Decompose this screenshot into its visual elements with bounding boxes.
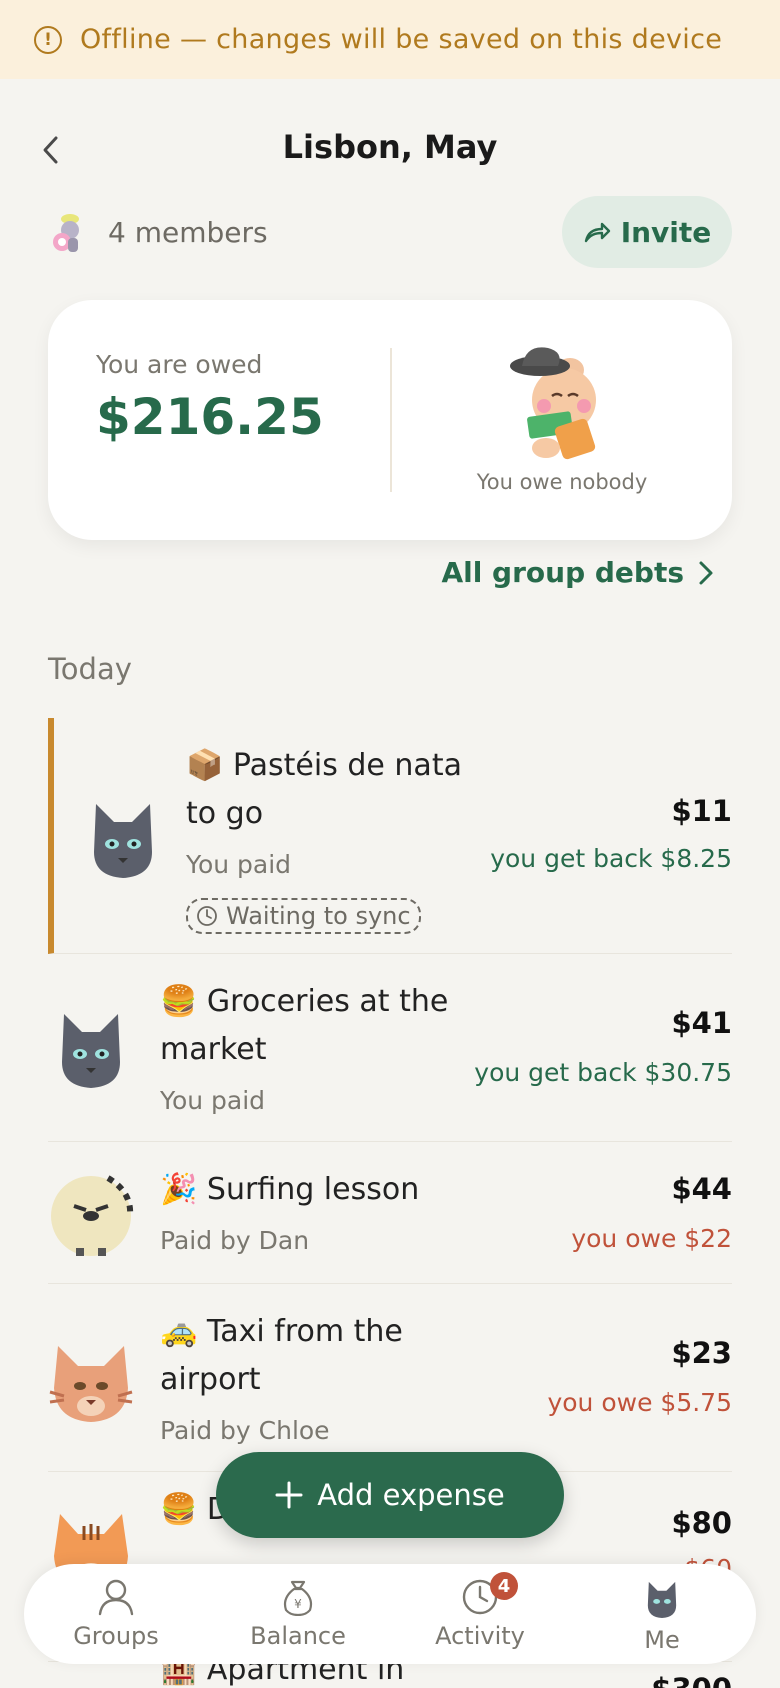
expense-balance: you owe $22 [571,1224,732,1253]
share-arrow-icon [584,222,610,243]
seal-avatar [51,1175,134,1256]
cat-avatar [62,1014,120,1088]
expense-name: 🍔 Groceries at the market [160,984,449,1067]
tab-activity[interactable]: 4 Activity [400,1572,560,1658]
clock-icon [197,906,217,926]
expense-row[interactable]: 🍔 Groceries at the market You paid $41 y… [48,954,732,1142]
expense-emoji-icon: 🚕 [160,1314,198,1349]
expense-payer: You paid [160,1086,266,1115]
lynx-avatar [49,1346,133,1422]
expense-amount: $80 [671,1506,732,1540]
money-bag-icon: ¥ [283,1580,313,1616]
expense-amount: $11 [671,794,732,828]
owed-label: You are owed [96,350,263,379]
all-group-debts-link[interactable]: All group debts [441,556,714,589]
expense-payer: Paid by Dan [160,1226,310,1255]
expense-name: 📦 Pastéis de nata to go [186,748,462,831]
expense-amount: $44 [671,1172,732,1206]
members-row: 4 members Invite [48,196,732,268]
expense-emoji-icon: 🎉 [160,1172,198,1207]
svg-text:¥: ¥ [294,1597,302,1611]
offline-banner: ! Offline — changes will be saved on thi… [0,0,780,79]
invite-label: Invite [620,215,712,249]
section-header-today: Today [48,652,132,686]
bear-money-sticker-icon [510,347,596,460]
expense-amount: $23 [671,1336,732,1370]
avatar [647,1581,677,1619]
owed-amount: $216.25 [96,388,324,446]
expense-name: 🚕 Taxi from the airport [160,1314,403,1397]
add-expense-label: Add expense [317,1478,505,1512]
expense-payer: Paid by Chloe [160,1416,330,1445]
expense-amount: $300 [651,1672,732,1688]
expense-emoji-icon: 📦 [186,748,224,783]
expense-row[interactable]: 🚕 Taxi from the airport Paid by Chloe $2… [48,1284,732,1472]
members-count: 4 members [108,216,268,249]
activity-count-badge: 4 [490,1572,518,1600]
expense-balance: you get back $30.75 [474,1058,732,1087]
expense-row[interactable]: 📦 Pastéis de nata to go You paid Waiting… [48,718,732,954]
user-icon [98,1579,134,1616]
offline-text: Offline — changes will be saved on this … [80,24,723,55]
owe-nobody-text: You owe nobody [476,470,648,494]
header: Lisbon, May [0,118,780,182]
tab-me[interactable]: Me [582,1578,742,1658]
page-title: Lisbon, May [282,128,498,166]
expense-emoji-icon: 🍔 [160,984,198,1019]
expense-emoji-icon: 🍔 [160,1492,198,1527]
balance-summary-card: You are owed $216.25 You owe nobody [48,300,732,540]
cat-avatar [94,804,152,878]
add-expense-button[interactable]: Add expense [216,1452,564,1538]
sync-status-badge: Waiting to sync [186,898,421,934]
tab-balance[interactable]: ¥ Balance [218,1578,378,1658]
alert-circle-icon: ! [34,25,62,54]
group-sticker-icon [53,214,79,252]
plus-icon [275,1481,303,1509]
all-group-debts-label: All group debts [441,556,684,589]
expense-balance: you get back $8.25 [490,844,732,873]
expense-row[interactable]: 🎉 Surfing lesson Paid by Dan $44 you owe… [48,1142,732,1284]
expense-balance: you owe $5.75 [547,1388,732,1417]
bottom-tab-bar: Groups ¥ Balance 4 Activity Me [24,1564,756,1664]
expense-amount: $41 [671,1006,732,1040]
invite-button[interactable]: Invite [562,196,732,268]
expense-payer: You paid [186,850,292,879]
chevron-right-icon [699,561,713,584]
tab-groups[interactable]: Groups [36,1578,196,1658]
expense-name: 🎉 Surfing lesson [160,1172,420,1207]
